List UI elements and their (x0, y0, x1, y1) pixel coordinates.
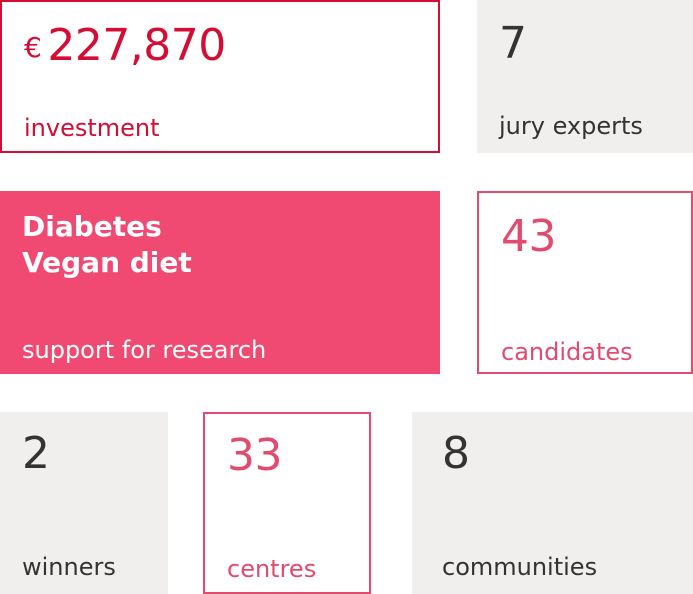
currency-symbol: € (24, 31, 42, 64)
centres-value: 33 (227, 430, 283, 481)
communities-card: 8 communities (412, 412, 693, 594)
investment-card: €227,870 investment (0, 0, 440, 153)
investment-value: €227,870 (24, 24, 226, 68)
research-topics: Diabetes Vegan diet (22, 209, 192, 282)
centres-card: 33 centres (203, 412, 371, 594)
winners-value: 2 (22, 428, 50, 479)
winners-label: winners (22, 553, 116, 581)
winners-card: 2 winners (0, 412, 168, 594)
jury-label: jury experts (499, 112, 643, 140)
candidates-card: 43 candidates (477, 191, 693, 374)
centres-label: centres (227, 555, 317, 583)
investment-amount: 227,870 (47, 20, 226, 71)
candidates-value: 43 (501, 211, 557, 262)
candidates-label: candidates (501, 338, 633, 366)
topic-line: Vegan diet (22, 246, 192, 280)
communities-value: 8 (442, 428, 470, 479)
communities-label: communities (442, 553, 598, 581)
topic-line: Diabetes (22, 210, 162, 243)
jury-value: 7 (499, 18, 527, 69)
investment-label: investment (24, 114, 160, 142)
research-label: support for research (22, 336, 267, 364)
jury-card: 7 jury experts (477, 0, 693, 153)
research-focus-card: Diabetes Vegan diet support for research (0, 191, 440, 374)
